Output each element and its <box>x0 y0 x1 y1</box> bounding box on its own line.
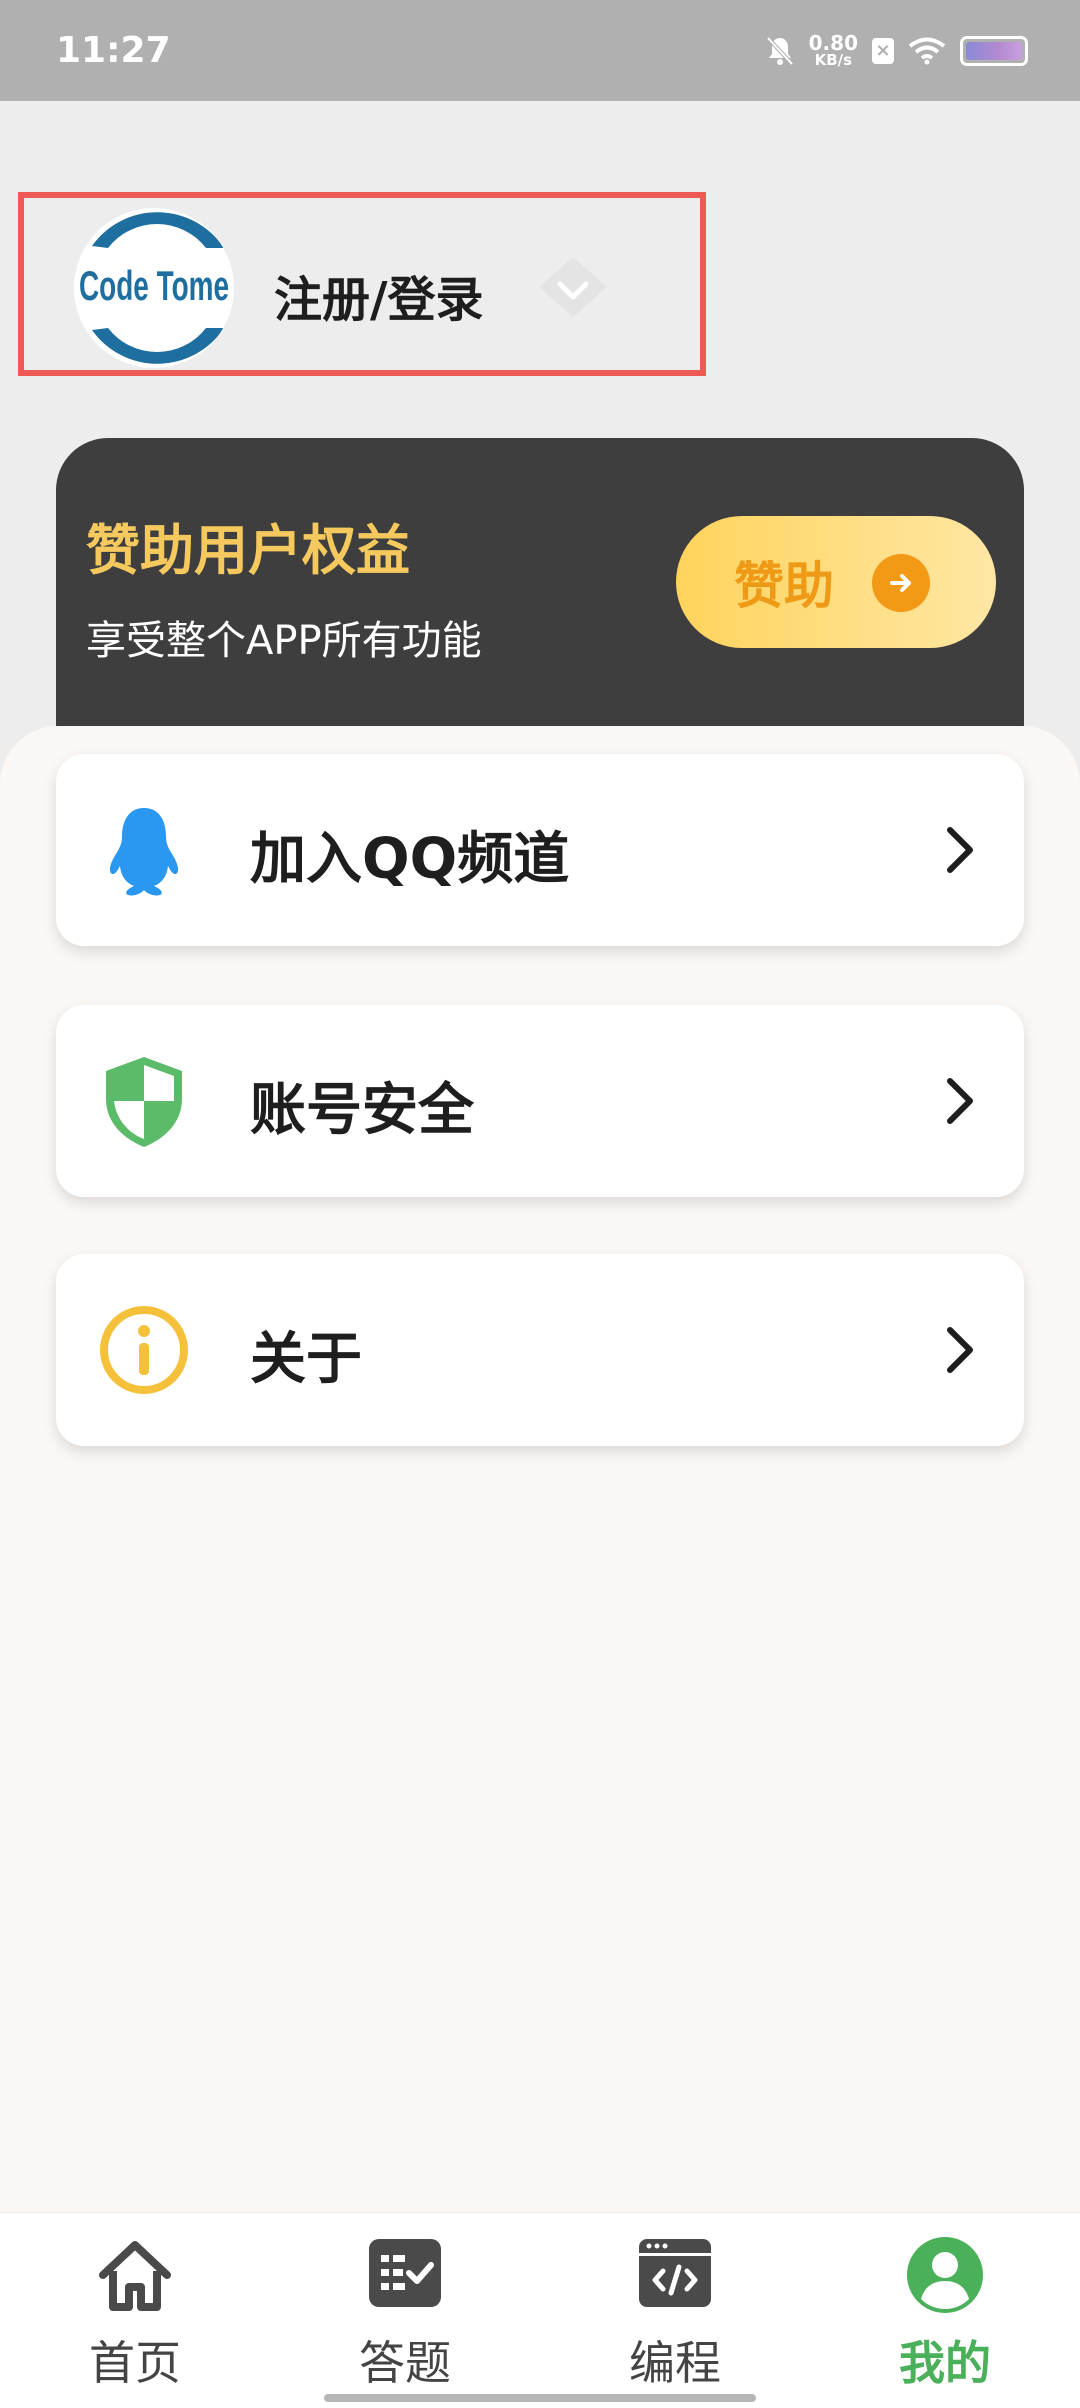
nav-label: 我的 <box>899 2336 991 2390</box>
chevron-right-icon <box>947 1327 973 1373</box>
status-time: 11:27 <box>56 30 171 71</box>
sim-x-icon: × <box>872 37 894 64</box>
nav-tab-home[interactable]: 首页 <box>0 2213 270 2408</box>
battery-icon <box>960 35 1028 66</box>
status-icons: 0.80 KB/s × <box>765 33 1028 68</box>
sponsor-button[interactable]: 赞助 <box>676 516 996 648</box>
info-icon <box>100 1306 188 1394</box>
diamond-icon <box>539 257 607 317</box>
app-logo: Code Tome <box>79 212 229 364</box>
content-sheet <box>0 726 1080 2212</box>
menu-item-qq-channel[interactable]: 加入QQ频道 <box>56 754 1024 946</box>
sponsor-subtitle: 享受整个APP所有功能 <box>86 618 482 664</box>
nav-label: 编程 <box>629 2336 721 2390</box>
home-icon <box>99 2241 171 2311</box>
nav-tab-profile[interactable]: 我的 <box>810 2213 1080 2408</box>
code-window-icon <box>639 2239 711 2307</box>
menu-item-label: 加入QQ频道 <box>250 827 570 892</box>
shield-icon <box>106 1057 182 1147</box>
home-indicator[interactable] <box>324 2394 756 2402</box>
sponsor-title: 赞助用户权益 <box>86 519 410 582</box>
menu-item-label: 账号安全 <box>250 1078 474 1143</box>
arrow-right-icon <box>872 554 930 612</box>
nav-tab-coding[interactable]: 编程 <box>540 2213 810 2408</box>
sponsor-card: 赞助用户权益 享受整个APP所有功能 赞助 <box>56 438 1024 748</box>
network-speed: 0.80 KB/s <box>808 31 858 69</box>
nav-label: 首页 <box>89 2336 181 2390</box>
avatar[interactable]: Code Tome <box>74 208 234 368</box>
bell-muted-icon <box>766 36 794 65</box>
bottom-nav: 首页 答题 编程 我的 <box>0 2212 1080 2408</box>
qq-penguin-icon <box>109 808 179 896</box>
menu-item-label: 关于 <box>250 1327 362 1392</box>
menu-item-account-security[interactable]: 账号安全 <box>56 1005 1024 1197</box>
quiz-checklist-icon <box>369 2239 441 2307</box>
login-register-link[interactable]: 注册/登录 <box>274 260 484 330</box>
nav-tab-quiz[interactable]: 答题 <box>270 2213 540 2408</box>
profile-icon <box>907 2237 983 2313</box>
menu-item-about[interactable]: 关于 <box>56 1254 1024 1446</box>
profile-header[interactable]: Code Tome 注册/登录 <box>18 192 706 376</box>
nav-label: 答题 <box>359 2336 451 2390</box>
chevron-right-icon <box>947 1078 973 1124</box>
status-bar: 11:27 0.80 KB/s × <box>0 0 1080 101</box>
svg-text:Code Tome: Code Tome <box>79 262 229 309</box>
sponsor-button-label: 赞助 <box>734 557 834 615</box>
chevron-right-icon <box>947 827 973 873</box>
wifi-icon <box>908 37 946 64</box>
